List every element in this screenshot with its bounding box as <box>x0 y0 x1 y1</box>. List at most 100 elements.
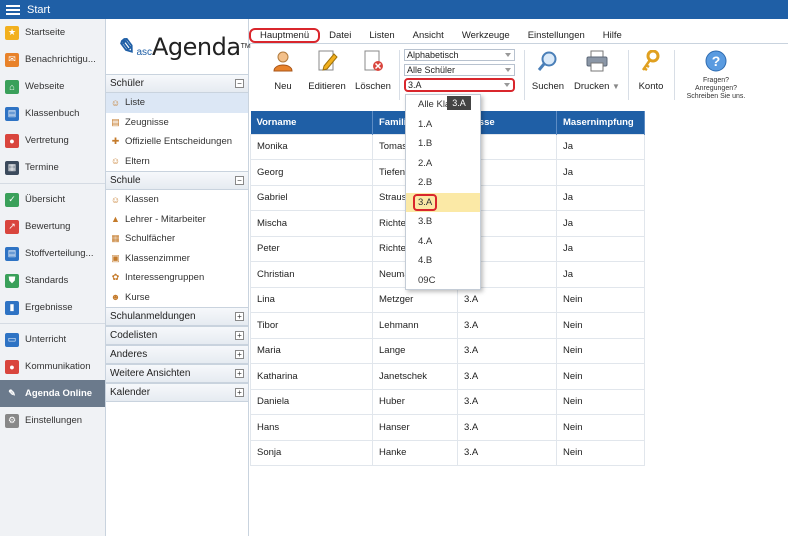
expand-icon[interactable]: + <box>235 312 244 321</box>
nav-item-6[interactable]: ✓ Übersicht <box>0 186 105 213</box>
nav-item-4[interactable]: ● Vertretung <box>0 127 105 154</box>
table-cell: Christian <box>250 261 373 288</box>
feedback-button[interactable]: ? Fragen? Anregungen? Schreiben Sie uns. <box>682 50 750 101</box>
panel-item-schule-4[interactable]: ✿ Interessengruppen <box>106 268 248 288</box>
expand-icon[interactable]: + <box>235 350 244 359</box>
table-row[interactable]: Lina Metzger 3.A Nein <box>250 286 645 313</box>
hamburger-menu-icon[interactable] <box>6 4 20 15</box>
book-icon: ▤ <box>5 246 19 261</box>
print-button[interactable]: Drucken ▼ <box>573 50 621 92</box>
section-collapsed-3[interactable]: Weitere Ansichten + <box>106 364 248 383</box>
search-label: Suchen <box>531 81 565 92</box>
table-cell: Hanke <box>372 439 458 466</box>
table-cell: Hanser <box>372 414 458 441</box>
panel-item-schule-2[interactable]: ▦ Schulfächer <box>106 229 248 249</box>
nav-item-12[interactable]: ● Kommunikation <box>0 353 105 380</box>
class-option-label: 3.A <box>413 193 438 211</box>
class-option-7[interactable]: 4.A <box>406 232 480 252</box>
table-row[interactable]: Maria Lange 3.A Nein <box>250 337 645 364</box>
nav-item-8[interactable]: ▤ Stoffverteilung... <box>0 240 105 267</box>
tab-1[interactable]: Datei <box>320 28 360 43</box>
panel-item-label: Interessengruppen <box>125 272 205 284</box>
check-icon: ✓ <box>5 192 19 207</box>
svg-text:?: ? <box>712 53 721 69</box>
nav-item-label: Stoffverteilung... <box>25 248 94 259</box>
nav-item-7[interactable]: ↗ Bewertung <box>0 213 105 240</box>
section-collapsed-2[interactable]: Anderes + <box>106 345 248 364</box>
section-collapsed-1[interactable]: Codelisten + <box>106 326 248 345</box>
help-line-1: Fragen? <box>702 77 730 84</box>
section-schueler-title: Schüler <box>110 78 144 89</box>
nav-item-label: Webseite <box>25 81 65 92</box>
panel-item-schueler-3[interactable]: ☺ Eltern <box>106 152 248 172</box>
class-option-1[interactable]: 1.A <box>406 115 480 135</box>
table-cell: Lange <box>372 337 458 364</box>
nav-item-10[interactable]: ▮ Ergebnisse <box>0 294 105 321</box>
table-cell: Janetschek <box>372 363 458 390</box>
nav-item-label: Bewertung <box>25 221 71 232</box>
table-cell: Maria <box>250 337 373 364</box>
new-button[interactable]: Neu <box>271 50 295 92</box>
tab-0[interactable]: Hauptmenü <box>249 28 321 43</box>
panel-item-schule-5[interactable]: ☻ Kurse <box>106 288 248 308</box>
account-button[interactable]: Konto <box>636 49 666 92</box>
section-collapsed-0[interactable]: Schulanmeldungen + <box>106 307 248 326</box>
nav-item-14[interactable]: ⚙ Einstellungen <box>0 407 105 434</box>
column-header-measles[interactable]: Masernimpfung <box>556 111 645 134</box>
class-option-6[interactable]: 3.B <box>406 212 480 232</box>
nav-item-5[interactable]: ▦ Termine <box>0 154 105 181</box>
collapse-icon[interactable]: − <box>235 176 244 185</box>
panel-item-schueler-0[interactable]: ☺ Liste <box>106 93 248 113</box>
panel-item-schule-0[interactable]: ☺ Klassen <box>106 190 248 210</box>
nav-item-label: Termine <box>25 162 59 173</box>
class-option-2[interactable]: 1.B <box>406 134 480 154</box>
tab-3[interactable]: Ansicht <box>404 28 453 43</box>
search-button[interactable]: Suchen <box>531 50 565 92</box>
column-header-firstname[interactable]: Vorname <box>250 111 373 134</box>
nav-item-1[interactable]: ✉ Benachrichtigu... <box>0 46 105 73</box>
panel-item-schueler-1[interactable]: ▤ Zeugnisse <box>106 113 248 133</box>
table-row[interactable]: Daniela Huber 3.A Nein <box>250 388 645 415</box>
expand-icon[interactable]: + <box>235 369 244 378</box>
panel-item-schueler-2[interactable]: ✚ Offizielle Entscheidungen <box>106 132 248 152</box>
expand-icon[interactable]: + <box>235 388 244 397</box>
nav-item-9[interactable]: ⛊ Standards <box>0 267 105 294</box>
tab-5[interactable]: Einstellungen <box>519 28 594 43</box>
tab-2[interactable]: Listen <box>360 28 403 43</box>
section-schule[interactable]: Schule − <box>106 171 248 190</box>
class-option-9[interactable]: 09C <box>406 271 480 291</box>
edit-button[interactable]: Editieren <box>307 50 347 92</box>
nav-item-3[interactable]: ▤ Klassenbuch <box>0 100 105 127</box>
nav-item-11[interactable]: ▭ Unterricht <box>0 326 105 353</box>
panel-item-schule-3[interactable]: ▣ Klassenzimmer <box>106 249 248 269</box>
nav-item-2[interactable]: ⌂ Webseite <box>0 73 105 100</box>
person-icon: ● <box>5 133 19 148</box>
panel-item-schule-1[interactable]: ▲ Lehrer - Mitarbeiter <box>106 210 248 230</box>
sort-select[interactable]: Alphabetisch <box>404 49 515 61</box>
folder-icon: ▭ <box>5 332 19 347</box>
table-row[interactable]: Katharina Janetschek 3.A Nein <box>250 363 645 390</box>
delete-document-icon <box>364 50 383 71</box>
class-option-4[interactable]: 2.B <box>406 173 480 193</box>
collapse-icon[interactable]: − <box>235 79 244 88</box>
class-select[interactable]: 3.A <box>404 78 515 92</box>
section-title: Kalender <box>110 387 151 398</box>
tab-4[interactable]: Werkzeuge <box>453 28 519 43</box>
section-collapsed-4[interactable]: Kalender + <box>106 383 248 402</box>
help-line-2: Anregungen? <box>694 85 738 92</box>
nav-item-13[interactable]: ✎ Agenda Online <box>0 380 105 407</box>
class-option-3[interactable]: 2.A <box>406 154 480 174</box>
nav-item-0[interactable]: ★ Startseite <box>0 19 105 46</box>
table-row[interactable]: Tibor Lehmann 3.A Nein <box>250 312 645 339</box>
filter-select[interactable]: Alle Schüler <box>404 64 515 76</box>
ribbon-divider <box>628 50 629 100</box>
table-row[interactable]: Sonja Hanke 3.A Nein <box>250 439 645 466</box>
table-cell: Ja <box>556 159 645 186</box>
section-schueler[interactable]: Schüler − <box>106 74 248 93</box>
class-option-5[interactable]: 3.A <box>406 192 480 212</box>
tab-6[interactable]: Hilfe <box>594 28 631 43</box>
table-row[interactable]: Hans Hanser 3.A Nein <box>250 414 645 441</box>
class-option-8[interactable]: 4.B <box>406 251 480 271</box>
delete-button[interactable]: Löschen <box>354 50 392 92</box>
expand-icon[interactable]: + <box>235 331 244 340</box>
